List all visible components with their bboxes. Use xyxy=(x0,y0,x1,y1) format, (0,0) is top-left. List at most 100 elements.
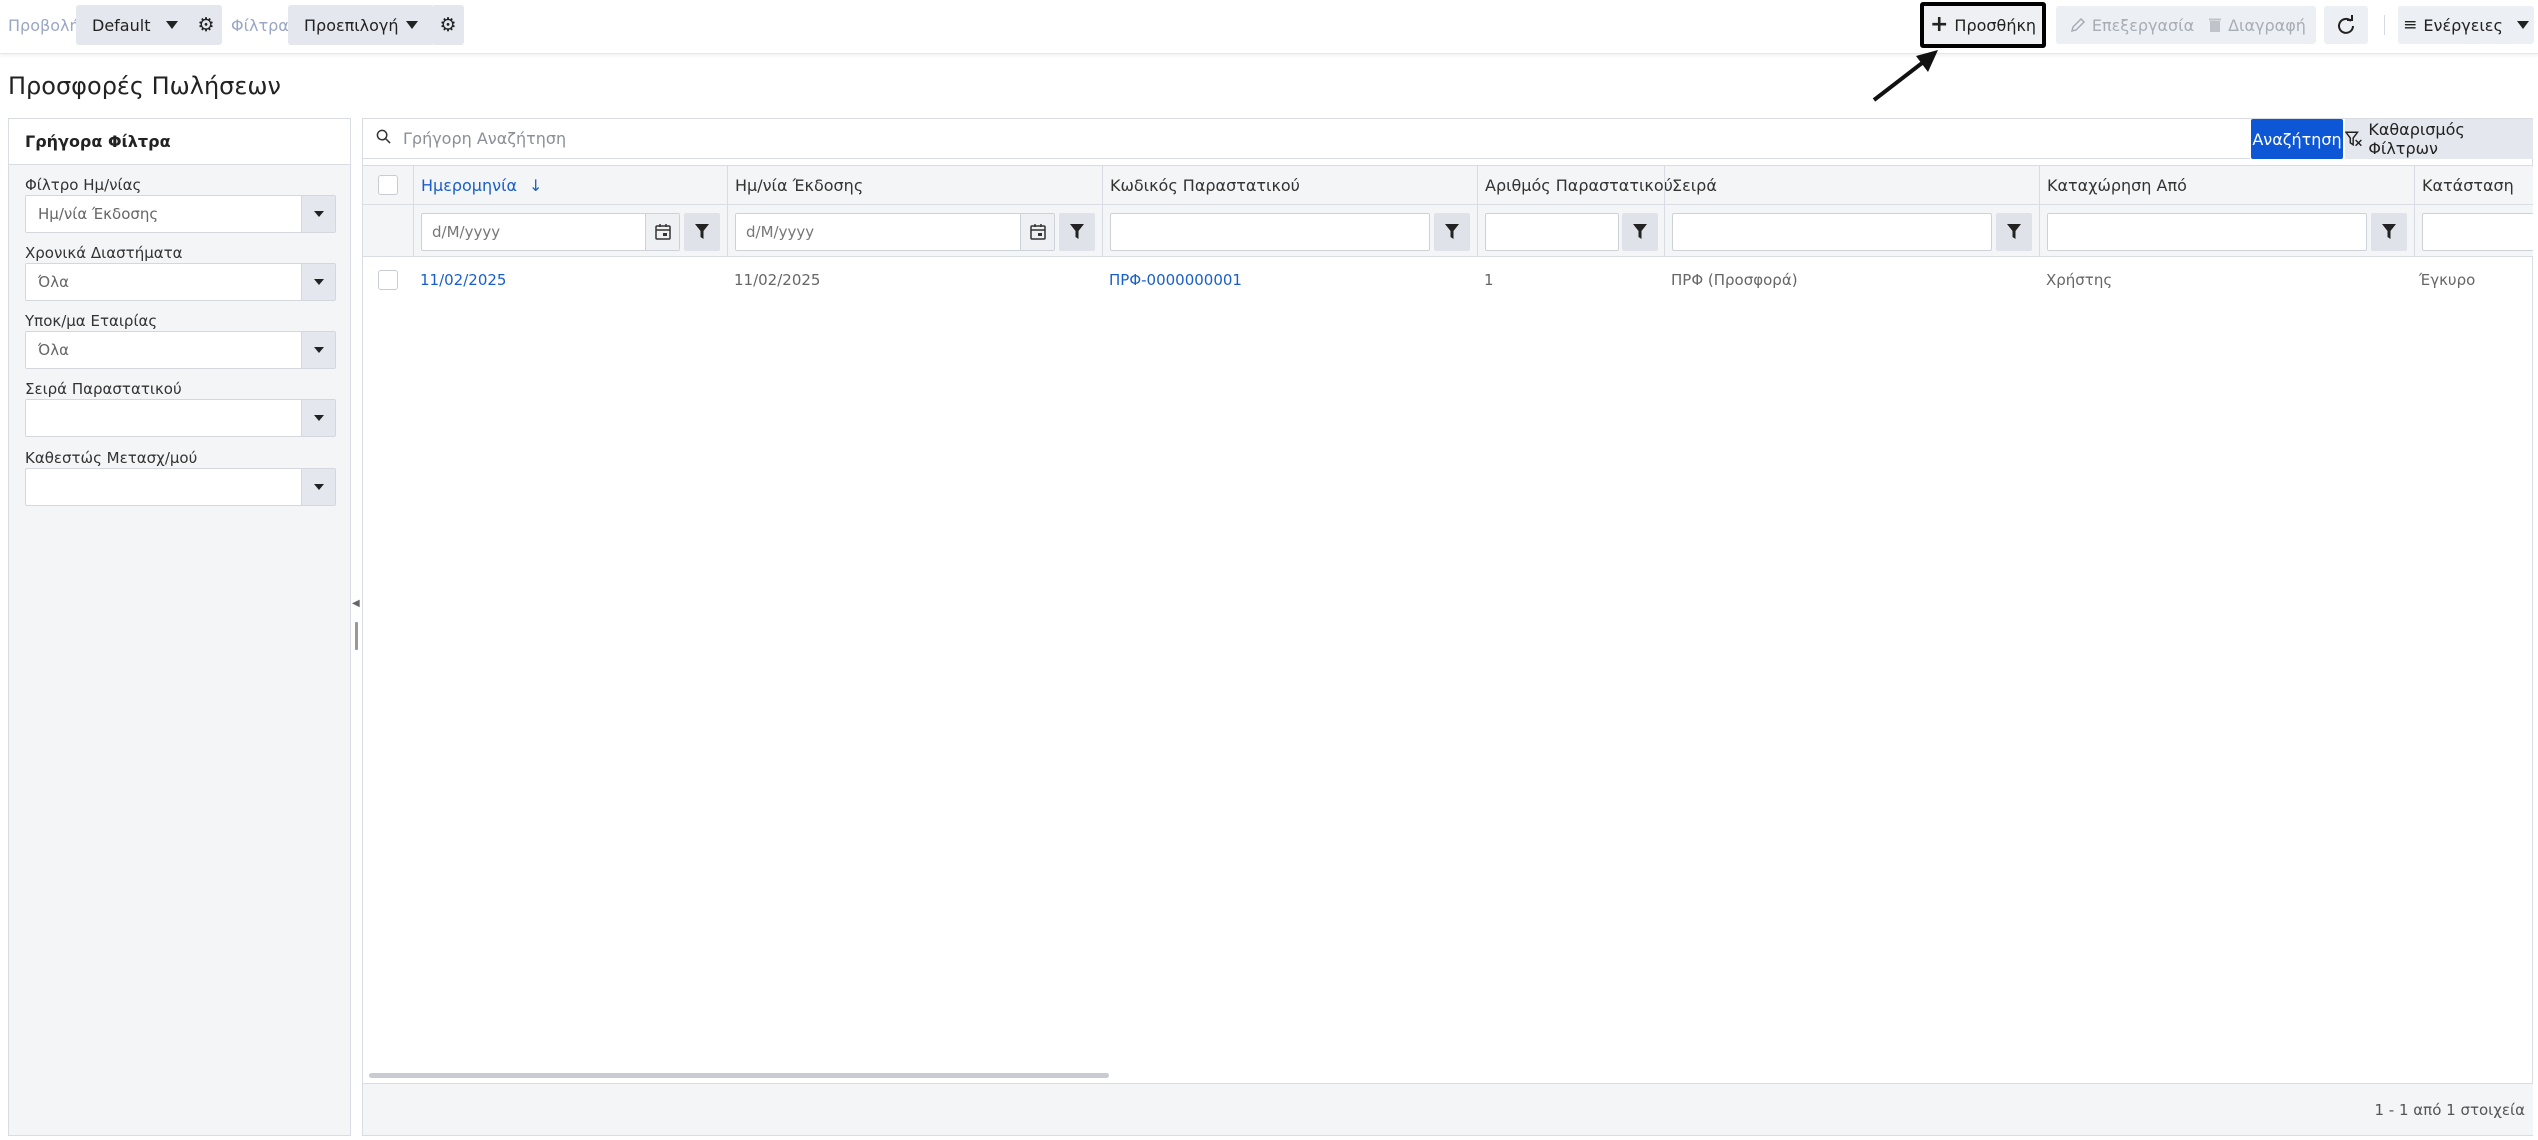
issue-date-filter-placeholder: d/M/yyyy xyxy=(746,223,815,241)
dropdown-button[interactable] xyxy=(301,196,335,232)
add-button[interactable]: + Προσθήκη xyxy=(1920,2,2046,48)
doc-number-filter-input[interactable] xyxy=(1485,213,1619,251)
hamburger-icon: ≡ xyxy=(2403,15,2418,35)
status-filter-input[interactable] xyxy=(2422,213,2533,251)
grid-filter-row: d/M/yyyy d/M/yyyy xyxy=(363,205,2533,257)
issue-date-filter-input[interactable]: d/M/yyyy xyxy=(735,213,1055,251)
page-title: Προσφορές Πωλήσεων xyxy=(8,72,281,100)
column-header-doc-code[interactable]: Κωδικός Παραστατικού xyxy=(1102,166,1477,204)
filters-settings-button[interactable]: ⚙ xyxy=(432,5,464,45)
cell-date[interactable]: 11/02/2025 xyxy=(420,271,506,289)
grid-header-row: Ημερομηνία ↓ Ημ/νία Έκδοσης Κωδικός Παρασ… xyxy=(363,165,2533,205)
filters-select-value: Προεπιλογή xyxy=(304,15,399,35)
cell-doc-code[interactable]: ΠΡΦ-0000000001 xyxy=(1109,271,1242,289)
toolbar-divider xyxy=(2384,15,2385,35)
refresh-icon xyxy=(2338,15,2354,34)
annotation-arrow-icon xyxy=(1872,50,1938,102)
calendar-icon[interactable] xyxy=(645,214,679,250)
trash-icon xyxy=(2209,18,2222,32)
entered-by-filter-input[interactable] xyxy=(2047,213,2367,251)
dropdown-button[interactable] xyxy=(301,332,335,368)
caret-down-icon xyxy=(166,21,178,29)
gear-icon: ⚙ xyxy=(197,14,215,36)
edit-button-label: Επεξεργασία xyxy=(2091,15,2195,35)
sort-descending-icon[interactable]: ↓ xyxy=(529,176,542,195)
column-header-series-label: Σειρά xyxy=(1672,176,1717,195)
filter-funnel-icon[interactable] xyxy=(2371,213,2407,251)
column-header-entered-by[interactable]: Καταχώρηση Από xyxy=(2039,166,2414,204)
clear-filters-label: Καθαρισμός Φίλτρων xyxy=(2368,120,2465,158)
search-button[interactable]: Αναζήτηση xyxy=(2251,119,2343,159)
clear-filters-button[interactable]: Καθαρισμός Φίλτρων xyxy=(2345,119,2533,159)
filter-cell-series xyxy=(1664,205,2039,256)
column-header-doc-code-label: Κωδικός Παραστατικού xyxy=(1110,176,1300,195)
filters-select[interactable]: Προεπιλογή xyxy=(288,5,434,45)
dropdown-button[interactable] xyxy=(301,264,335,300)
date-filter-label: Φίλτρο Ημ/νίας xyxy=(25,176,142,194)
company-branch-select[interactable]: Όλα xyxy=(25,331,336,369)
document-series-select[interactable] xyxy=(25,399,336,437)
conversion-status-select[interactable] xyxy=(25,468,336,506)
top-toolbar: Προβολή Default ⚙ Φίλτρα Προεπιλογή ⚙ + … xyxy=(0,0,2538,54)
actions-menu-label: Ενέργειες xyxy=(2423,15,2503,35)
doc-code-filter-input[interactable] xyxy=(1110,213,1430,251)
pager-info: 1 - 1 από 1 στοιχεία xyxy=(2374,1101,2525,1119)
pencil-icon xyxy=(2070,17,2085,33)
quick-search-box xyxy=(363,119,2250,159)
cell-issue-date: 11/02/2025 xyxy=(734,271,821,289)
dropdown-button[interactable] xyxy=(301,400,335,436)
caret-down-icon xyxy=(313,211,324,217)
filter-funnel-icon[interactable] xyxy=(1434,213,1470,251)
time-periods-label: Χρονικά Διαστήματα xyxy=(25,244,183,262)
caret-down-icon xyxy=(406,21,418,29)
collapse-panel-icon[interactable]: ◀ xyxy=(352,598,360,609)
filter-cell-entered-by xyxy=(2039,205,2414,256)
delete-button[interactable]: Διαγραφή xyxy=(2198,6,2316,44)
main-grid-area: Αναζήτηση Καθαρισμός Φίλτρων Ημερομηνία ↓… xyxy=(362,118,2533,1136)
quick-filters-title: Γρήγορα Φίλτρα xyxy=(9,119,350,165)
calendar-icon[interactable] xyxy=(1020,214,1054,250)
refresh-button[interactable] xyxy=(2324,6,2368,44)
view-select[interactable]: Default xyxy=(76,5,194,45)
time-periods-select[interactable]: Όλα xyxy=(25,263,336,301)
caret-down-icon xyxy=(2516,21,2529,29)
filter-cell-issue-date: d/M/yyyy xyxy=(727,205,1102,256)
edit-button[interactable]: Επεξεργασία xyxy=(2056,6,2208,44)
column-header-doc-number[interactable]: Αριθμός Παραστατικού xyxy=(1477,166,1673,204)
column-header-issue-date[interactable]: Ημ/νία Έκδοσης xyxy=(727,166,1102,204)
row-checkbox[interactable] xyxy=(378,270,398,290)
column-header-status[interactable]: Κατάσταση xyxy=(2414,166,2533,204)
column-header-status-label: Κατάσταση xyxy=(2422,176,2514,195)
company-branch-label: Υποκ/μα Εταιρίας xyxy=(25,312,158,330)
view-select-value: Default xyxy=(92,15,151,35)
date-filter-input[interactable]: d/M/yyyy xyxy=(421,213,680,251)
table-row[interactable]: 11/02/2025 11/02/2025 ΠΡΦ-0000000001 1 Π… xyxy=(363,257,2533,303)
date-filter-select[interactable]: Ημ/νία Έκδοσης xyxy=(25,195,336,233)
select-all-checkbox[interactable] xyxy=(378,175,398,195)
view-settings-button[interactable]: ⚙ xyxy=(190,5,222,45)
panel-resize-handle[interactable] xyxy=(355,622,358,650)
gear-icon: ⚙ xyxy=(439,14,457,36)
quick-search-input[interactable] xyxy=(403,129,2203,148)
caret-down-icon xyxy=(313,347,324,353)
filter-cell-doc-code xyxy=(1102,205,1477,256)
horizontal-scrollbar[interactable] xyxy=(369,1073,1109,1078)
column-header-date-label: Ημερομηνία xyxy=(421,176,518,195)
filters-label: Φίλτρα xyxy=(231,16,289,35)
column-header-series[interactable]: Σειρά xyxy=(1664,166,2039,204)
cell-status: Έγκυρο xyxy=(2419,271,2476,289)
caret-down-icon xyxy=(313,484,324,490)
filter-funnel-icon[interactable] xyxy=(1996,213,2032,251)
caret-down-icon xyxy=(313,415,324,421)
filter-funnel-icon[interactable] xyxy=(1622,213,1658,251)
delete-button-label: Διαγραφή xyxy=(2228,15,2306,35)
column-header-entered-by-label: Καταχώρηση Από xyxy=(2047,176,2187,195)
filter-funnel-icon[interactable] xyxy=(684,213,720,251)
date-filter-value: Ημ/νία Έκδοσης xyxy=(38,205,159,223)
dropdown-button[interactable] xyxy=(301,469,335,505)
series-filter-input[interactable] xyxy=(1672,213,1992,251)
column-header-date[interactable]: Ημερομηνία ↓ xyxy=(413,166,727,204)
filter-funnel-icon[interactable] xyxy=(1059,213,1095,251)
actions-menu-button[interactable]: ≡ Ενέργειες xyxy=(2398,6,2534,44)
column-header-issue-date-label: Ημ/νία Έκδοσης xyxy=(735,176,864,195)
